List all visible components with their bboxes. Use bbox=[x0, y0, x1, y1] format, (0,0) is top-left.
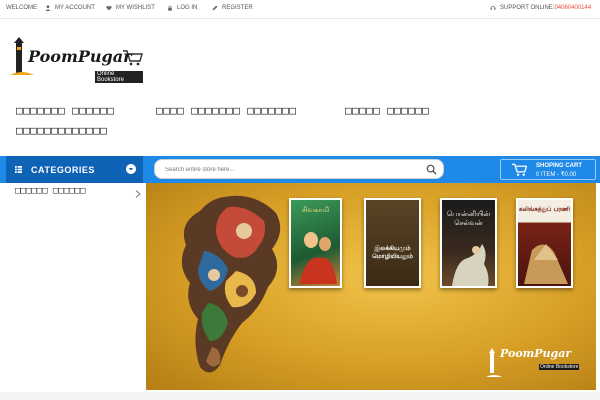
my-account-link[interactable]: MY ACCOUNT bbox=[45, 5, 95, 11]
store-logo[interactable]: PoomPugar Online Bookstore bbox=[8, 33, 143, 83]
chevron-right-icon bbox=[135, 190, 141, 198]
categories-toggle[interactable]: CATEGORIES bbox=[6, 156, 143, 183]
book-illustration-4 bbox=[524, 244, 568, 284]
register-link[interactable]: REGISTER bbox=[212, 5, 253, 11]
support-online: SUPPORT ONLINE: 04060400144 bbox=[490, 5, 591, 11]
support-phone[interactable]: 04060400144 bbox=[554, 5, 591, 11]
categories-menu: □□□□□□ □□□□□□ bbox=[6, 183, 143, 400]
chevron-down-icon bbox=[126, 164, 136, 174]
page-bottom-strip bbox=[0, 392, 600, 400]
logo-name: PoomPugar bbox=[28, 47, 132, 66]
cart-icon bbox=[512, 163, 527, 176]
hero-banner[interactable]: சிவகாமி இலக்கியமும் மொழியியலும் பொன்னியி… bbox=[146, 183, 596, 390]
heart-icon bbox=[106, 5, 112, 11]
my-account-label: MY ACCOUNT bbox=[55, 5, 95, 11]
book-title-3: பொன்னியின் செல்வன் bbox=[446, 210, 491, 227]
lock-icon bbox=[168, 5, 172, 11]
support-label: SUPPORT ONLINE: bbox=[500, 5, 555, 11]
book-cover-3[interactable]: பொன்னியின் செல்வன் bbox=[440, 198, 497, 288]
banner-logo-tagline: Online Bookstore bbox=[539, 364, 580, 370]
map-collage-image bbox=[181, 195, 281, 373]
banner-logo-name: PoomPugar bbox=[500, 347, 572, 360]
login-label: LOG IN bbox=[177, 5, 198, 11]
book-cover-4[interactable]: கலிங்கத்துப் பரணி bbox=[516, 198, 573, 288]
shopping-cart[interactable]: SHOPING CART 0 ITEM - ₹0.00 bbox=[500, 159, 596, 180]
book-cover-2[interactable]: இலக்கியமும் மொழியியலும் bbox=[364, 198, 421, 288]
cart-summary: 0 ITEM - ₹0.00 bbox=[536, 172, 577, 178]
book-title-4: கலிங்கத்துப் பரணி bbox=[518, 206, 571, 213]
nav-item-4[interactable]: □□□□□□□□□□□□□ bbox=[16, 124, 107, 137]
book-illustration-3 bbox=[452, 244, 489, 286]
welcome-label: WELCOME bbox=[6, 5, 38, 11]
register-label: REGISTER bbox=[222, 5, 253, 11]
search-input[interactable] bbox=[165, 163, 415, 177]
categories-title: CATEGORIES bbox=[31, 164, 95, 175]
book-cover-1[interactable]: சிவகாமி bbox=[289, 198, 342, 288]
category-item-label: □□□□□□ □□□□□□ bbox=[15, 186, 86, 196]
welcome-text: WELCOME bbox=[6, 5, 37, 11]
login-link[interactable]: LOG IN bbox=[167, 5, 197, 11]
book-illustration-1 bbox=[299, 232, 337, 284]
list-icon bbox=[15, 166, 22, 173]
top-bar: WELCOME MY ACCOUNT MY WISHLIST LOG IN RE… bbox=[0, 0, 600, 19]
headset-icon bbox=[490, 5, 496, 10]
logo-tagline: Online Bookstore bbox=[95, 71, 143, 83]
user-icon bbox=[45, 5, 51, 11]
book-title-2: இலக்கியமும் மொழியியலும் bbox=[372, 245, 413, 260]
category-item[interactable]: □□□□□□ □□□□□□ bbox=[15, 186, 145, 198]
pencil-icon bbox=[212, 5, 218, 11]
my-wishlist-link[interactable]: MY WISHLIST bbox=[106, 5, 155, 11]
my-wishlist-label: MY WISHLIST bbox=[116, 5, 155, 11]
search-box bbox=[154, 159, 444, 179]
search-icon[interactable] bbox=[426, 164, 437, 175]
nav-item-3[interactable]: □□□□□ □□□□□□ bbox=[345, 104, 429, 117]
nav-item-1[interactable]: □□□□□□□ □□□□□□ bbox=[16, 104, 114, 117]
nav-item-2[interactable]: □□□□ □□□□□□□ □□□□□□□ bbox=[156, 104, 296, 117]
book-title-1: சிவகாமி bbox=[301, 206, 330, 214]
cart-title: SHOPING CART bbox=[536, 163, 583, 169]
